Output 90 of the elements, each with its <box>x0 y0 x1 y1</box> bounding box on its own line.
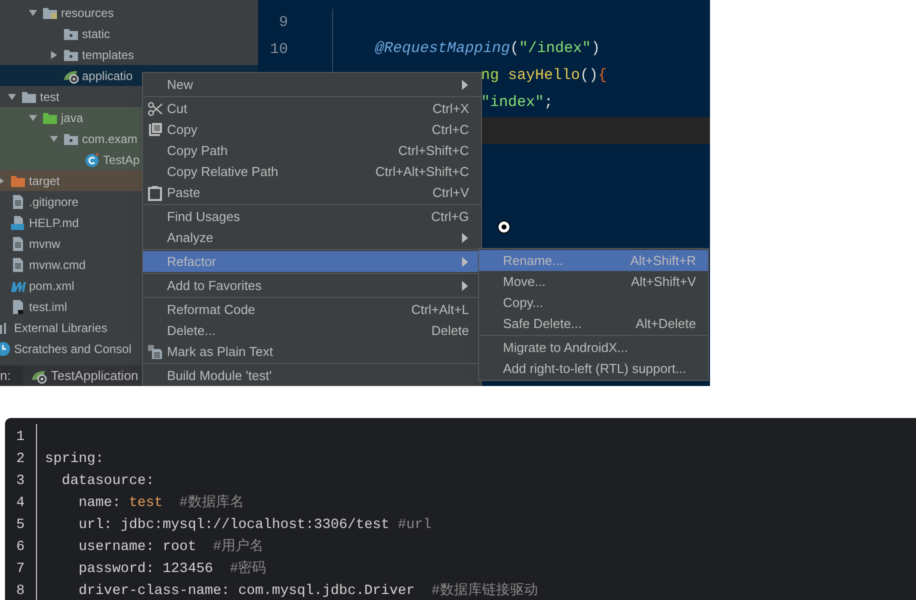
menu-item-label: Delete... <box>167 322 216 340</box>
shortcut-label: Ctrl+Shift+C <box>398 142 469 160</box>
code-line: datasource: <box>60 473 154 489</box>
line-number: 8 <box>16 582 25 600</box>
markdown-file-icon <box>10 214 26 230</box>
line-number: 3 <box>16 472 25 491</box>
line-number: 9 <box>278 14 288 32</box>
shortcut-label: Ctrl+C <box>432 120 469 139</box>
menu-item[interactable]: Mark as Plain Text <box>143 341 481 362</box>
menu-item[interactable]: Delete... Delete <box>143 320 481 341</box>
code-line: password: 123456 #密码 <box>78 561 266 577</box>
tree-item-label: pom.xml <box>29 278 74 294</box>
shortcut-label: Delete <box>431 322 469 340</box>
file-icon <box>10 194 26 210</box>
file-icon <box>10 298 26 314</box>
shortcut-label: Ctrl+Alt+Shift+C <box>375 162 469 181</box>
code-line: spring: <box>45 451 104 467</box>
menu-item[interactable]: Reformat Code Ctrl+Alt+L <box>143 299 481 320</box>
menu-item[interactable]: Move... Alt+Shift+V <box>479 271 708 292</box>
menu-item[interactable]: Build Module 'test' <box>143 365 481 386</box>
code-line: username: root #用户名 <box>78 539 264 555</box>
line-number: 10 <box>270 41 288 58</box>
code-line: name: test #数据库名 <box>78 495 244 511</box>
menu-item[interactable]: Copy... <box>479 292 708 313</box>
tree-item-label: HELP.md <box>29 214 79 232</box>
menu-item[interactable]: Safe Delete... Alt+Delete <box>479 313 708 334</box>
line-number: 2 <box>16 450 25 469</box>
menu-item-label: Rename... <box>503 252 563 270</box>
code-line: driver-class-name: com.mysql.jdbc.Driver #数据库链接驱动 <box>78 583 538 599</box>
tree-item-label: java <box>61 110 84 126</box>
menu-item[interactable]: Add right-to-left (RTL) support... <box>479 358 708 379</box>
tree-item[interactable]: static <box>0 23 258 44</box>
tree-item-label: External Libraries <box>14 320 108 336</box>
menu-item-label: Reformat Code <box>167 300 256 319</box>
menu-item[interactable]: Add to Favorites <box>143 275 481 296</box>
line-number: 4 <box>16 494 25 513</box>
file-icon <box>10 236 26 252</box>
line-number: 5 <box>16 516 25 535</box>
clipboard-icon <box>147 184 163 200</box>
tree-item-label: target <box>29 172 60 190</box>
menu-item[interactable]: Analyze <box>143 227 481 248</box>
line-number: 6 <box>16 538 25 557</box>
shortcut-label: Ctrl+G <box>431 208 469 226</box>
menu-item-label: Add to Favorites <box>167 276 262 295</box>
menu-item[interactable]: Cut Ctrl+X <box>143 98 481 119</box>
code-line: @RequestMapping("/index") <box>375 39 600 60</box>
shortcut-label: Ctrl+Alt+L <box>411 300 469 319</box>
tree-item[interactable]: templates <box>0 44 258 65</box>
line-number: 1 <box>16 428 25 447</box>
menu-item-label: Refactor <box>167 252 216 271</box>
menu-item-label: Safe Delete... <box>503 314 582 333</box>
class-icon <box>84 152 100 168</box>
tree-item-label: .gitignore <box>29 194 78 210</box>
shortcut-label: Ctrl+X <box>432 100 469 118</box>
run-bar-label: n: <box>0 366 23 386</box>
shortcut-label: Alt+Shift+R <box>630 252 696 270</box>
run-configuration-tab[interactable]: TestApplication <box>30 366 138 386</box>
menu-item-label: Mark as Plain Text <box>167 342 273 361</box>
menu-item-label: Move... <box>503 272 546 291</box>
menu-item[interactable]: Find Usages Ctrl+G <box>143 206 481 227</box>
copy-icon <box>147 122 163 138</box>
tree-item-label: com.exam <box>82 130 138 148</box>
file-icon <box>10 256 26 272</box>
tree-item-label: test.iml <box>29 298 68 316</box>
shortcut-label: Alt+Shift+V <box>630 272 696 291</box>
menu-item[interactable]: Migrate to AndroidX... <box>479 337 708 358</box>
tree-item[interactable]: resources <box>0 2 258 23</box>
shortcut-label: Alt+Delete <box>636 314 696 333</box>
menu-item-label: Add right-to-left (RTL) support... <box>503 360 686 378</box>
tree-item-label: mvnw <box>29 236 60 252</box>
shortcut-label: Ctrl+V <box>432 184 469 202</box>
tree-item-label: test <box>40 88 60 106</box>
menu-item-label: Build Module 'test' <box>167 366 272 385</box>
code-line: "index"; <box>481 93 554 114</box>
code-line: ng sayHello(){ <box>481 66 608 86</box>
menu-item-label: Migrate to AndroidX... <box>503 338 628 357</box>
line-number: 7 <box>16 560 25 579</box>
tree-item-label: mvnw.cmd <box>29 256 86 274</box>
tree-item-label: resources <box>61 4 114 22</box>
scissors-icon <box>147 100 163 116</box>
tree-item-label: Scratches and Consol <box>14 340 132 358</box>
menu-item-label: Find Usages <box>167 208 240 226</box>
menu-item-label: Analyze <box>167 228 214 247</box>
text-file-icon <box>147 344 163 360</box>
tree-item-label: templates <box>82 46 134 64</box>
code-line: url: jdbc:mysql://localhost:3306/test #url <box>78 517 432 533</box>
tree-item-label: applicatio <box>82 68 133 84</box>
menu-item-label: Copy... <box>503 294 544 312</box>
tree-item-label: TestAp <box>103 152 140 168</box>
tree-item-label: static <box>82 26 110 42</box>
